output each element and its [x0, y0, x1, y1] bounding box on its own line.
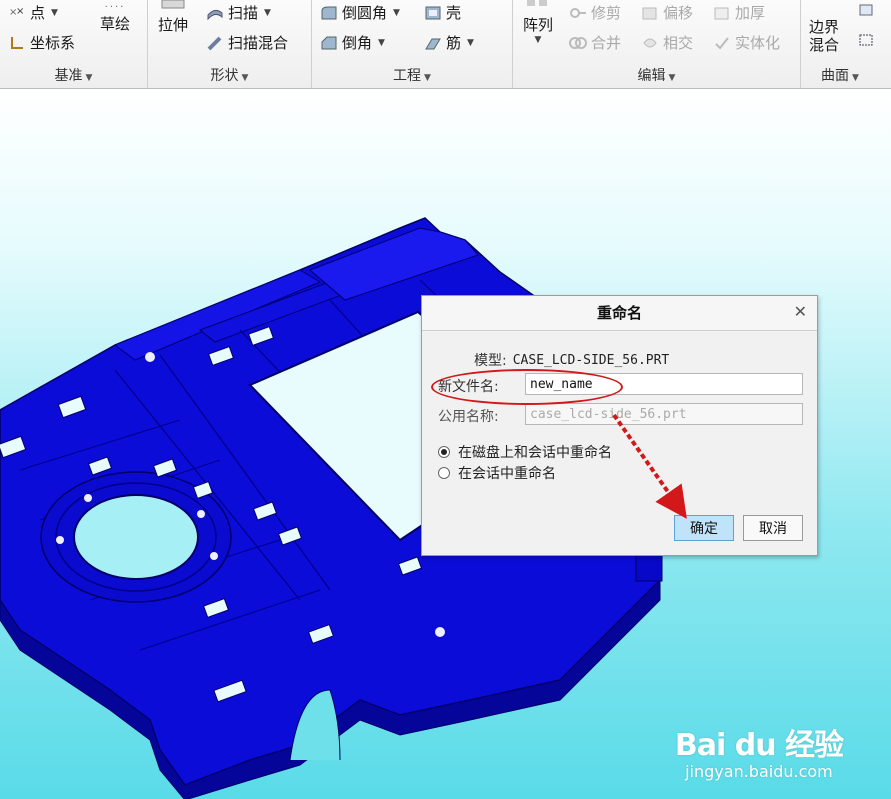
radio-selected-icon[interactable]: [438, 446, 450, 458]
svg-text:×: ×: [16, 6, 24, 17]
surface-tool-1[interactable]: [857, 2, 879, 18]
model-value: CASE_LCD-SIDE_56.PRT: [512, 352, 670, 368]
common-name-row: 公用名称:: [438, 406, 499, 426]
intersect-icon: [643, 38, 657, 47]
chevron-down-icon: ▼: [51, 7, 58, 18]
round-icon: [321, 6, 337, 19]
offset-button[interactable]: 偏移: [641, 2, 693, 23]
radio-rename-session[interactable]: 在会话中重命名: [438, 463, 556, 483]
rib-icon: [425, 38, 441, 49]
group-label-editing: 编辑 ▼: [637, 68, 676, 84]
shell-icon: [425, 6, 441, 19]
baidu-watermark: Bai du 经验 jingyan.baidu.com: [674, 720, 844, 781]
offset-icon: [642, 7, 657, 19]
close-icon[interactable]: ✕: [794, 302, 807, 321]
cancel-button[interactable]: 取消: [743, 515, 803, 541]
intersect-button[interactable]: 相交: [641, 32, 693, 53]
rib-button[interactable]: 筋 ▼: [424, 32, 474, 53]
point-icon: ××: [9, 6, 24, 18]
chevron-down-icon: ▼: [378, 37, 385, 48]
group-shapes: 拉伸 扫描 ▼ 扫描混合 形状 ▼: [148, 0, 312, 88]
csys-button[interactable]: 坐标系: [8, 32, 75, 53]
merge-button[interactable]: 合并: [569, 32, 621, 53]
chamfer-icon: [321, 36, 337, 49]
radio-empty-icon[interactable]: [438, 467, 450, 479]
sweep-button[interactable]: 扫描 ▼: [206, 2, 271, 23]
solidify-icon: [715, 36, 729, 49]
boundary-blend-button[interactable]: 边界 混合: [809, 18, 839, 54]
group-datum: × × 点 ▼ 坐标系 ···· 草绘 基准 ▼: [0, 0, 148, 88]
annotation-highlight-oval: [431, 369, 623, 405]
surface-box-icon: [859, 34, 873, 46]
chevron-down-icon: ▼: [264, 7, 271, 18]
model-label: 模型:: [474, 353, 507, 369]
solidify-button[interactable]: 实体化: [713, 32, 780, 53]
surface-tool-2[interactable]: [857, 32, 879, 48]
group-editing: 阵列 ▼ 修剪 偏移 加厚 合并 相交 实体化 编辑 ▼: [513, 0, 801, 88]
model-row: 模型: CASE_LCD-SIDE_56.PRT: [474, 350, 669, 370]
shell-button[interactable]: 壳: [424, 2, 461, 23]
round-button[interactable]: 倒圆角 ▼: [320, 2, 400, 23]
group-label-shapes: 形状 ▼: [210, 68, 249, 84]
group-label-surfaces: 曲面 ▼: [821, 68, 859, 84]
sketch-button[interactable]: ···· 草绘: [100, 2, 130, 34]
surface-icon: [859, 4, 873, 16]
ribbon-toolbar: × × 点 ▼ 坐标系 ···· 草绘 基准 ▼ 拉伸 扫描 ▼ 扫描混合 形状 ▼: [0, 0, 891, 89]
common-name-label: 公用名称:: [438, 409, 499, 425]
radio-rename-disk-and-session[interactable]: 在磁盘上和会话中重命名: [438, 442, 612, 462]
pattern-button[interactable]: 阵列 ▼: [523, 0, 553, 45]
group-surfaces: 边界 混合 曲面 ▼: [801, 0, 891, 88]
group-label-engineering: 工程 ▼: [393, 68, 431, 84]
chevron-down-icon: ▼: [393, 7, 400, 18]
chevron-down-icon: ▼: [534, 35, 542, 45]
chamfer-button[interactable]: 倒角 ▼: [320, 32, 385, 53]
sketch-icon: ····: [104, 2, 126, 13]
thicken-button[interactable]: 加厚: [713, 2, 765, 23]
trim-icon: [570, 7, 586, 18]
pattern-icon: [527, 0, 547, 6]
sweep-icon: [207, 9, 223, 20]
merge-icon: [569, 36, 587, 49]
dialog-title: 重命名: [422, 296, 817, 331]
annotation-arrow: [612, 413, 687, 519]
extrude-button[interactable]: 拉伸: [158, 0, 188, 35]
swept-blend-button[interactable]: 扫描混合: [206, 32, 288, 53]
group-engineering: 倒圆角 ▼ 壳 倒角 ▼ 筋 ▼ 工程 ▼: [312, 0, 513, 88]
coordinate-system-icon: [11, 36, 23, 49]
thicken-icon: [714, 7, 729, 19]
chevron-down-icon: ▼: [467, 37, 474, 48]
swept-blend-icon: [207, 36, 222, 50]
baidu-logo: Bai du 经验: [674, 728, 844, 763]
point-button[interactable]: × × 点 ▼: [8, 2, 58, 23]
extrude-icon: [161, 0, 185, 9]
trim-button[interactable]: 修剪: [569, 2, 621, 23]
group-label-datum: 基准 ▼: [54, 68, 93, 84]
